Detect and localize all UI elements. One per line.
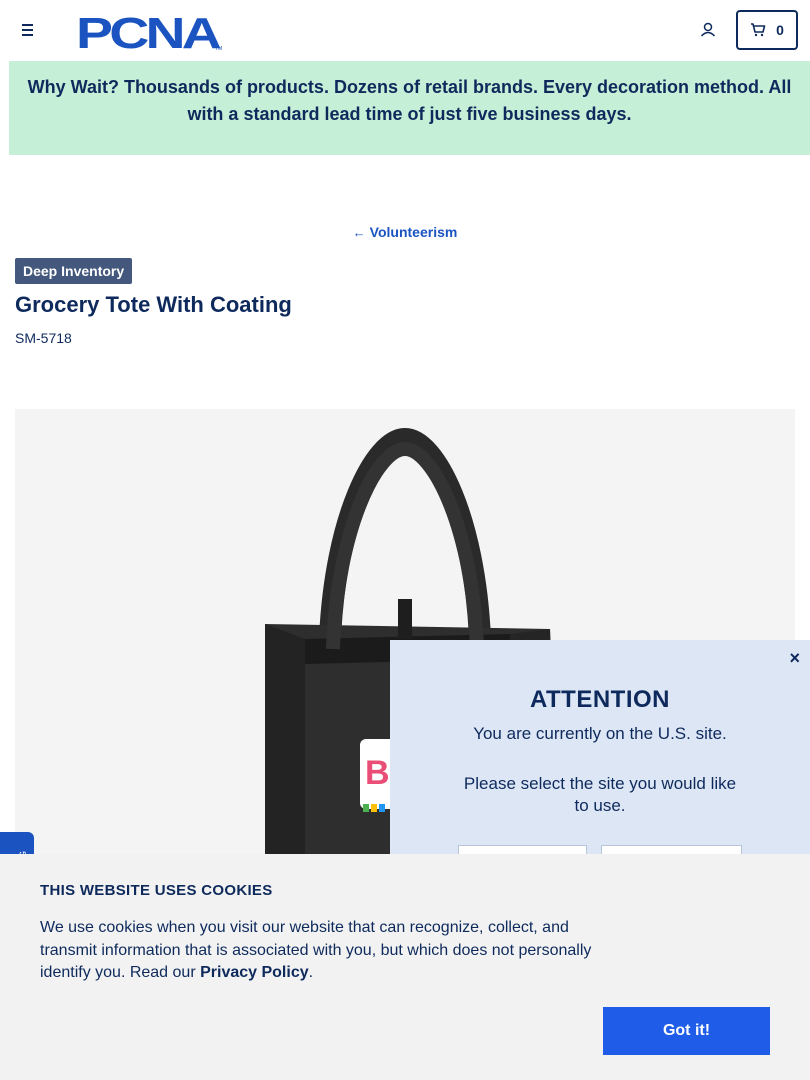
inventory-badge: Deep Inventory <box>15 258 133 284</box>
cart-button[interactable]: 0 <box>736 10 798 50</box>
cookie-title: THIS WEBSITE USES COOKIES <box>40 882 273 899</box>
product-title: Grocery Tote With Coating <box>15 292 292 317</box>
modal-title: ATTENTION <box>529 686 671 713</box>
back-link-label: Volunteerism <box>369 224 458 240</box>
close-icon[interactable]: × <box>789 648 800 669</box>
promo-banner-text: Why Wait? Thousands of products. Dozens … <box>27 77 792 124</box>
site-header: PCNA TM 0 <box>0 0 810 60</box>
svg-text:TM: TM <box>215 46 222 52</box>
privacy-policy-link[interactable]: Privacy Policy <box>200 964 309 981</box>
back-to-category-link[interactable]: ← Volunteerism <box>0 224 810 240</box>
svg-text:B: B <box>365 754 390 792</box>
modal-select-prompt: Please select the site you would like to… <box>463 774 737 815</box>
accept-cookies-button[interactable]: Got it! <box>603 1007 770 1055</box>
promo-banner: Why Wait? Thousands of products. Dozens … <box>9 61 810 155</box>
svg-text:PCNA: PCNA <box>76 10 221 52</box>
modal-current-site-text: You are currently on the U.S. site. <box>473 724 727 743</box>
pcna-logo[interactable]: PCNA TM <box>76 10 226 52</box>
cart-count: 0 <box>776 22 784 38</box>
arrow-left-icon: ← <box>352 225 366 240</box>
account-icon[interactable] <box>698 20 718 40</box>
cookie-text: We use cookies when you visit our websit… <box>40 919 592 981</box>
product-sku: SM-5718 <box>15 330 72 346</box>
hamburger-menu-icon[interactable] <box>18 20 38 40</box>
cart-icon <box>751 23 766 37</box>
cookie-banner: THIS WEBSITE USES COOKIES We use cookies… <box>0 854 810 1080</box>
